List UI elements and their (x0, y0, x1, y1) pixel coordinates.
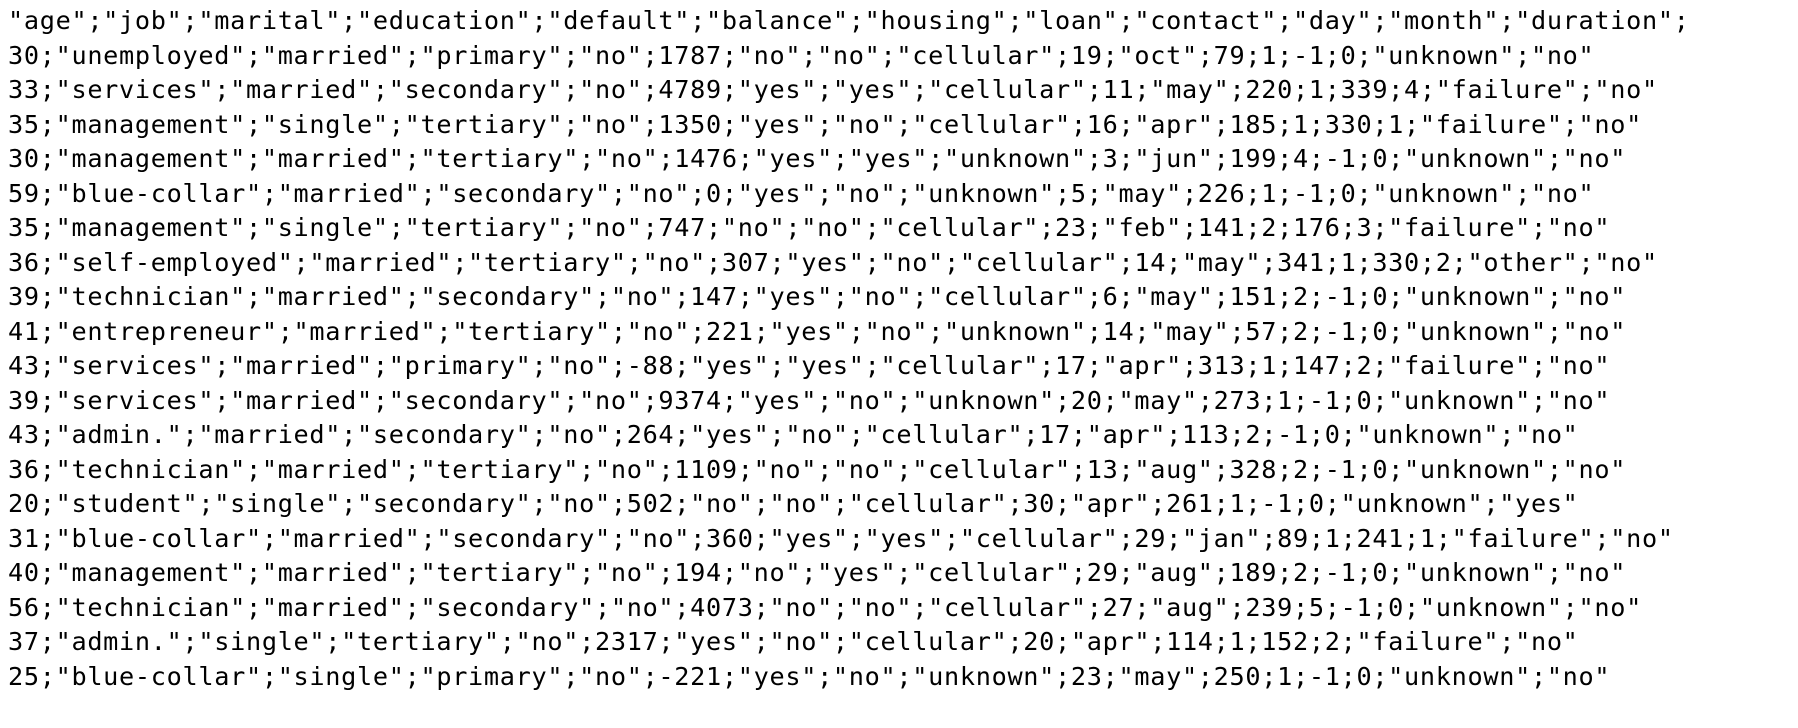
csv-text-block: "age";"job";"marital";"education";"defau… (0, 0, 1798, 698)
